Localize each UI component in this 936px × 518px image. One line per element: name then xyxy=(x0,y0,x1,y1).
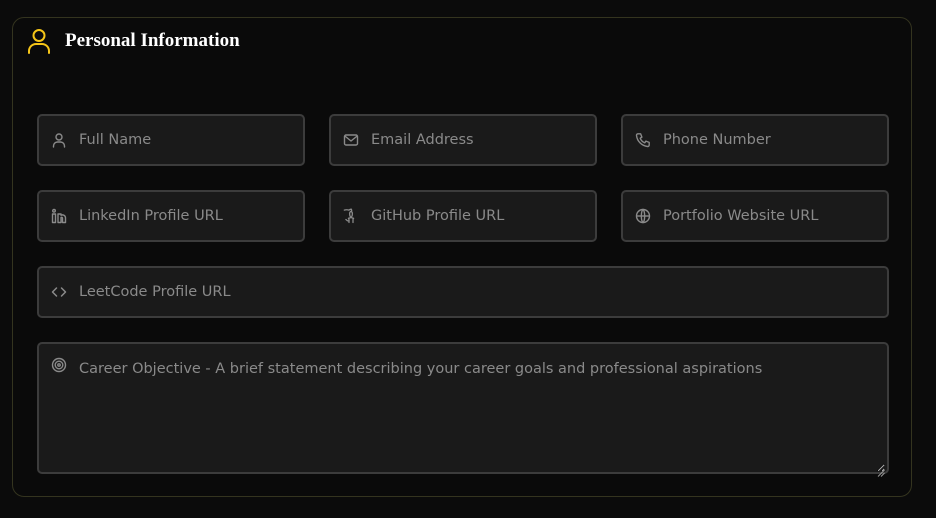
career-objective-textarea[interactable] xyxy=(79,344,885,472)
phone-input[interactable] xyxy=(663,116,879,164)
portfolio-input[interactable] xyxy=(663,192,879,240)
section-title: Personal Information xyxy=(65,30,240,51)
full-name-field[interactable] xyxy=(37,114,305,166)
github-field[interactable] xyxy=(329,190,597,242)
linkedin-field[interactable] xyxy=(37,190,305,242)
user-icon xyxy=(27,28,51,54)
leetcode-field[interactable] xyxy=(37,266,889,318)
full-name-input[interactable] xyxy=(79,116,295,164)
section-header: Personal Information xyxy=(27,27,240,55)
phone-icon xyxy=(635,132,651,148)
career-objective-field[interactable] xyxy=(37,342,889,477)
code-icon xyxy=(51,284,67,300)
linkedin-input[interactable] xyxy=(79,192,295,240)
mail-icon xyxy=(343,132,359,148)
email-input[interactable] xyxy=(371,116,587,164)
github-icon xyxy=(343,208,359,224)
target-icon xyxy=(51,357,67,373)
user-icon xyxy=(51,132,67,148)
globe-icon xyxy=(635,208,651,224)
linkedin-icon xyxy=(51,208,67,224)
leetcode-input[interactable] xyxy=(79,268,879,316)
resize-handle-icon[interactable] xyxy=(877,462,885,477)
email-field[interactable] xyxy=(329,114,597,166)
phone-field[interactable] xyxy=(621,114,889,166)
github-input[interactable] xyxy=(371,192,587,240)
portfolio-field[interactable] xyxy=(621,190,889,242)
